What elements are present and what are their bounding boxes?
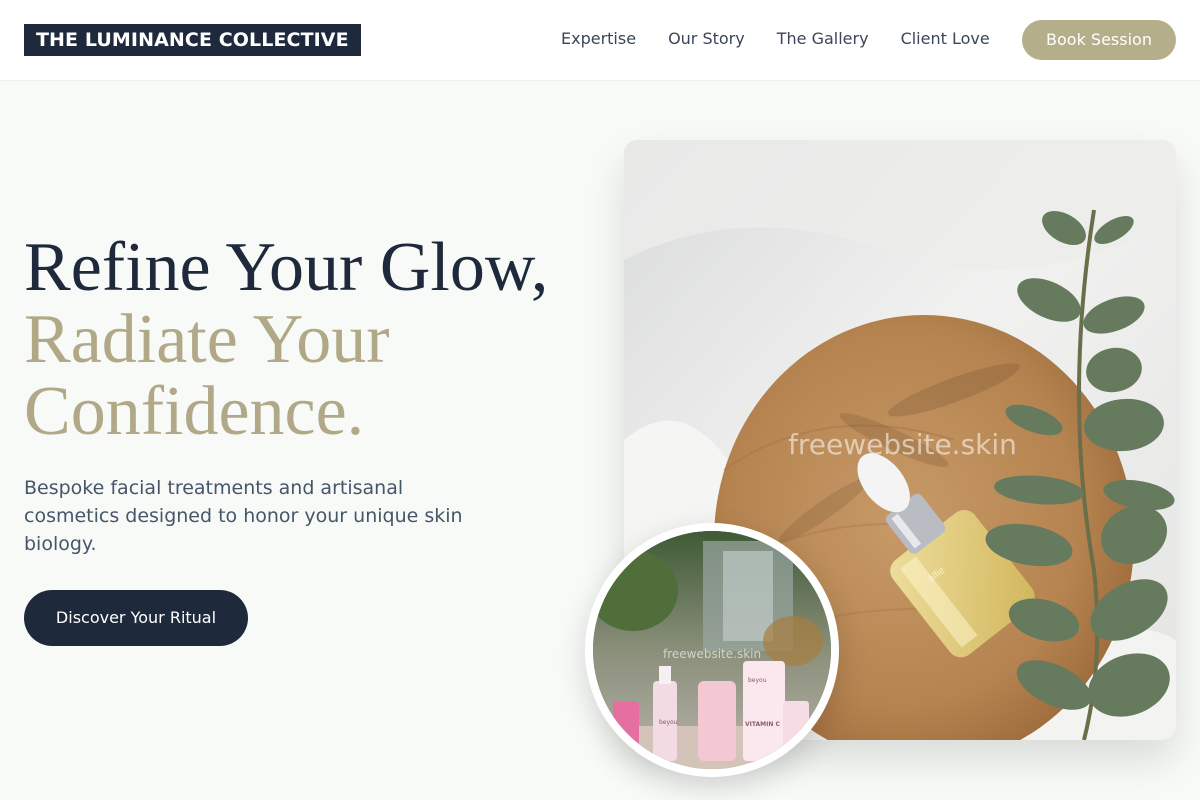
nav-item-our-story[interactable]: Our Story [668, 28, 745, 50]
headline-line-2: Radiate Your Confidence. [24, 301, 390, 450]
circle-image-watermark: freewebsite.skin [663, 647, 762, 661]
product-lineup-photo: beyou beyou VITAMIN C freewebsite.skin [593, 531, 831, 769]
product-vitamin-text: VITAMIN C [745, 721, 780, 728]
main-nav: Expertise Our Story The Gallery Client L… [561, 28, 990, 50]
discover-ritual-button[interactable]: Discover Your Ritual [24, 590, 248, 646]
nav-item-gallery[interactable]: The Gallery [777, 28, 869, 50]
main-image-watermark: freewebsite.skin [788, 428, 1017, 461]
hero-subtext: Bespoke facial treatments and artisanal … [24, 477, 463, 555]
book-session-button[interactable]: Book Session [1022, 20, 1176, 60]
nav-item-client-love[interactable]: Client Love [901, 28, 990, 50]
hero-headline: Refine Your Glow, Radiate Your Confidenc… [24, 232, 604, 448]
brand-logo[interactable]: THE LUMINANCE COLLECTIVE [24, 24, 361, 56]
headline-line-1: Refine Your Glow, [24, 229, 549, 306]
product-circle-image: beyou beyou VITAMIN C freewebsite.skin [585, 523, 839, 777]
site-header: THE LUMINANCE COLLECTIVE Expertise Our S… [0, 0, 1200, 81]
product-brand-text: beyou [659, 719, 678, 726]
product-brand-text-2: beyou [748, 677, 767, 684]
nav-item-expertise[interactable]: Expertise [561, 28, 636, 50]
